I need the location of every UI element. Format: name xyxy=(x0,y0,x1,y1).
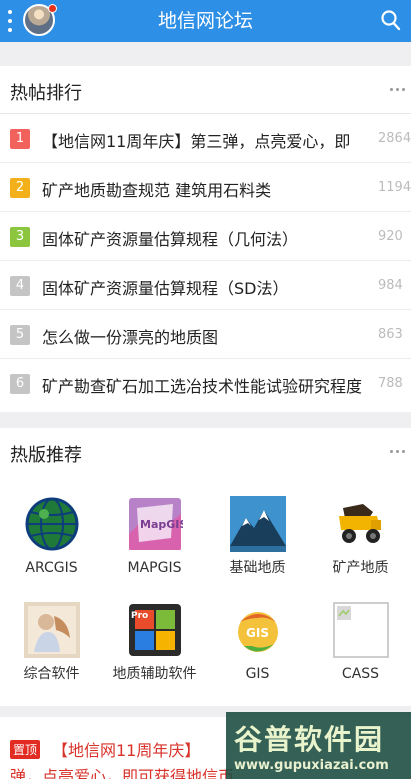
rank-badge: 3 xyxy=(10,227,30,247)
hot-posts-list: 1 【地信网11周年庆】第三弹，点亮爱心，即 2864 2 矿产地质勘查规范 建… xyxy=(0,114,411,408)
sticky-badge: 置顶 xyxy=(10,740,41,759)
forum-label: CASS xyxy=(341,666,380,682)
forum-general-software[interactable]: 综合软件 xyxy=(0,602,103,683)
photo-icon xyxy=(23,602,80,658)
hot-forums-card: 热版推荐 ARCGIS MapGIS MAPGIS 基础地质 矿产地质 综合软件… xyxy=(0,428,411,706)
more-icon[interactable] xyxy=(390,450,405,453)
view-count: 2864 xyxy=(378,131,411,146)
forum-geology-aux-software[interactable]: Pro 地质辅助软件 xyxy=(103,602,206,683)
forum-gis[interactable]: GIS GIS xyxy=(206,602,309,683)
hot-forums-header: 热版推荐 xyxy=(0,428,411,476)
sticky-subtitle: 弹，点亮爱心，即可获得地信币 xyxy=(10,767,235,779)
broken-image-icon xyxy=(332,602,389,658)
view-count: 984 xyxy=(378,278,403,293)
globe-icon xyxy=(25,497,78,551)
hot-post-item[interactable]: 3 固体矿产资源量估算规程（几何法） 920 xyxy=(0,212,411,261)
svg-text:MapGIS: MapGIS xyxy=(140,518,183,531)
forum-label: MAPGIS xyxy=(127,560,182,576)
hot-forums-title: 热版推荐 xyxy=(10,445,82,466)
gis-logo-icon: GIS xyxy=(237,612,278,652)
forum-label: 综合软件 xyxy=(23,666,80,682)
post-title: 矿产地质勘查规范 建筑用石料类 xyxy=(42,181,272,200)
rank-badge: 4 xyxy=(10,276,30,296)
watermark: 谷普软件园 www.gupuxiazai.com xyxy=(226,712,411,779)
mapgis-icon: MapGIS xyxy=(128,498,183,550)
more-icon[interactable] xyxy=(390,88,405,91)
forum-label: 矿产地质 xyxy=(332,560,389,576)
hot-posts-title: 热帖排行 xyxy=(10,83,82,104)
hot-posts-header: 热帖排行 xyxy=(0,66,411,114)
forum-label: 基础地质 xyxy=(229,560,286,576)
post-title: 固体矿产资源量估算规程（几何法） xyxy=(42,230,299,249)
mining-truck-icon xyxy=(338,504,381,543)
rank-badge: 6 xyxy=(10,374,30,394)
hot-post-item[interactable]: 2 矿产地质勘查规范 建筑用石料类 1194 xyxy=(0,163,411,212)
search-icon[interactable] xyxy=(381,9,401,31)
forum-label: GIS xyxy=(245,666,270,682)
post-title: 怎么做一份漂亮的地质图 xyxy=(42,328,219,347)
forum-label: 地质辅助软件 xyxy=(112,666,197,682)
hot-posts-card: 热帖排行 1 【地信网11周年庆】第三弹，点亮爱心，即 2864 2 矿产地质勘… xyxy=(0,66,411,412)
page-title: 地信网论坛 xyxy=(157,10,253,32)
svg-text:Pro: Pro xyxy=(131,611,148,621)
sticky-title: 【地信网11周年庆】 xyxy=(52,741,201,760)
post-title: 矿产勘查矿石加工选冶技术性能试验研究程度 xyxy=(42,377,363,396)
forum-grid: ARCGIS MapGIS MAPGIS 基础地质 矿产地质 综合软件 Pro … xyxy=(0,476,411,708)
hot-post-item[interactable]: 6 矿产勘查矿石加工选冶技术性能试验研究程度 788 xyxy=(0,359,411,408)
view-count: 863 xyxy=(378,327,403,342)
svg-text:GIS: GIS xyxy=(246,626,269,640)
view-count: 1194 xyxy=(378,180,411,195)
forum-mapgis[interactable]: MapGIS MAPGIS xyxy=(103,496,206,577)
forum-label: ARCGIS xyxy=(25,560,78,576)
hot-post-item[interactable]: 4 固体矿产资源量估算规程（SD法） 984 xyxy=(0,261,411,310)
watermark-text: 谷普软件园 xyxy=(234,723,385,756)
mountain-icon xyxy=(229,496,286,552)
forum-cass[interactable]: CASS xyxy=(309,602,411,683)
watermark-url: www.gupuxiazai.com xyxy=(234,758,389,773)
hot-post-item[interactable]: 5 怎么做一份漂亮的地质图 863 xyxy=(0,310,411,359)
hot-post-item[interactable]: 1 【地信网11周年庆】第三弹，点亮爱心，即 2864 xyxy=(0,114,411,163)
forum-basic-geology[interactable]: 基础地质 xyxy=(206,496,309,577)
post-title: 【地信网11周年庆】第三弹，点亮爱心，即 xyxy=(42,132,351,151)
post-title: 固体矿产资源量估算规程（SD法） xyxy=(42,279,289,298)
view-count: 788 xyxy=(378,376,403,391)
forum-arcgis[interactable]: ARCGIS xyxy=(0,496,103,577)
rank-badge: 2 xyxy=(10,178,30,198)
view-count: 920 xyxy=(378,229,403,244)
rank-badge: 5 xyxy=(10,325,30,345)
office-icon: Pro xyxy=(128,604,181,656)
app-header: 地信网论坛 xyxy=(0,0,411,42)
rank-badge: 1 xyxy=(10,129,30,149)
forum-mineral-geology[interactable]: 矿产地质 xyxy=(309,496,411,577)
